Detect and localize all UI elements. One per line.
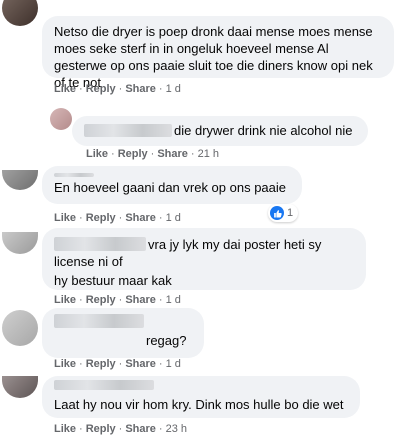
- redacted-name: [54, 173, 94, 177]
- redacted-name: [54, 237, 146, 251]
- comment-actions: Like · Reply · Share · 1 d: [54, 358, 181, 370]
- reply-link[interactable]: Reply: [86, 294, 116, 306]
- like-link[interactable]: Like: [54, 358, 76, 370]
- reply-link[interactable]: Reply: [118, 148, 148, 160]
- timestamp[interactable]: 1 d: [166, 83, 181, 95]
- redacted-name: [54, 380, 154, 390]
- redacted-name: [54, 314, 144, 328]
- comment-text: Netso die dryer is poep dronk daai mense…: [54, 24, 373, 90]
- avatar[interactable]: [2, 170, 38, 190]
- comment-bubble: vra jy lyk my dai poster heti sy license…: [42, 228, 366, 290]
- comment-actions: Like · Reply · Share · 1 d: [54, 83, 181, 95]
- reply-link[interactable]: Reply: [86, 83, 116, 95]
- avatar[interactable]: [2, 310, 38, 346]
- timestamp[interactable]: 21 h: [198, 148, 219, 160]
- comment-actions: Like · Reply · Share · 1 d: [54, 294, 181, 306]
- reply-link[interactable]: Reply: [86, 358, 116, 370]
- comment-text: En hoeveel gaani dan vrek op ons paaie: [54, 180, 287, 195]
- comment-actions: Like · Reply · Share · 1 d: [54, 212, 181, 224]
- redacted-name: [84, 124, 172, 137]
- comment-text-line2: hy bestuur maar kak: [54, 273, 172, 288]
- comment-actions: Like · Reply · Share · 23 h: [54, 423, 187, 435]
- comment-bubble: Netso die dryer is poep dronk daai mense…: [42, 16, 394, 90]
- comment-bubble: En hoeveel gaani dan vrek op ons paaie: [42, 166, 302, 204]
- avatar[interactable]: [2, 0, 38, 26]
- like-link[interactable]: Like: [54, 294, 76, 306]
- comment-text: Laat hy nou vir hom kry. Dink mos hulle …: [54, 397, 344, 412]
- avatar[interactable]: [2, 232, 38, 254]
- like-link[interactable]: Like: [54, 423, 76, 435]
- reaction-count[interactable]: 1: [268, 204, 299, 222]
- like-link[interactable]: Like: [54, 212, 76, 224]
- like-link[interactable]: Like: [54, 83, 76, 95]
- comment-text: die drywer drink nie alcohol nie: [174, 123, 353, 138]
- share-link[interactable]: Share: [125, 294, 156, 306]
- comment-bubble: regag?: [42, 308, 204, 358]
- comment-actions: Like · Reply · Share · 21 h: [86, 148, 219, 160]
- comment-bubble: die drywer drink nie alcohol nie: [72, 116, 368, 146]
- comment-bubble: Laat hy nou vir hom kry. Dink mos hulle …: [42, 376, 360, 418]
- reaction-count-text: 1: [287, 207, 294, 219]
- thumbs-up-icon: [270, 206, 284, 220]
- like-link[interactable]: Like: [86, 148, 108, 160]
- avatar[interactable]: [50, 108, 72, 130]
- timestamp[interactable]: 1 d: [166, 358, 181, 370]
- avatar[interactable]: [2, 376, 38, 398]
- share-link[interactable]: Share: [125, 423, 156, 435]
- timestamp[interactable]: 1 d: [166, 212, 181, 224]
- share-link[interactable]: Share: [125, 358, 156, 370]
- timestamp[interactable]: 23 h: [166, 423, 187, 435]
- comment-text: regag?: [146, 333, 187, 348]
- timestamp[interactable]: 1 d: [166, 294, 181, 306]
- reply-link[interactable]: Reply: [86, 423, 116, 435]
- share-link[interactable]: Share: [125, 83, 156, 95]
- share-link[interactable]: Share: [125, 212, 156, 224]
- share-link[interactable]: Share: [157, 148, 188, 160]
- reply-link[interactable]: Reply: [86, 212, 116, 224]
